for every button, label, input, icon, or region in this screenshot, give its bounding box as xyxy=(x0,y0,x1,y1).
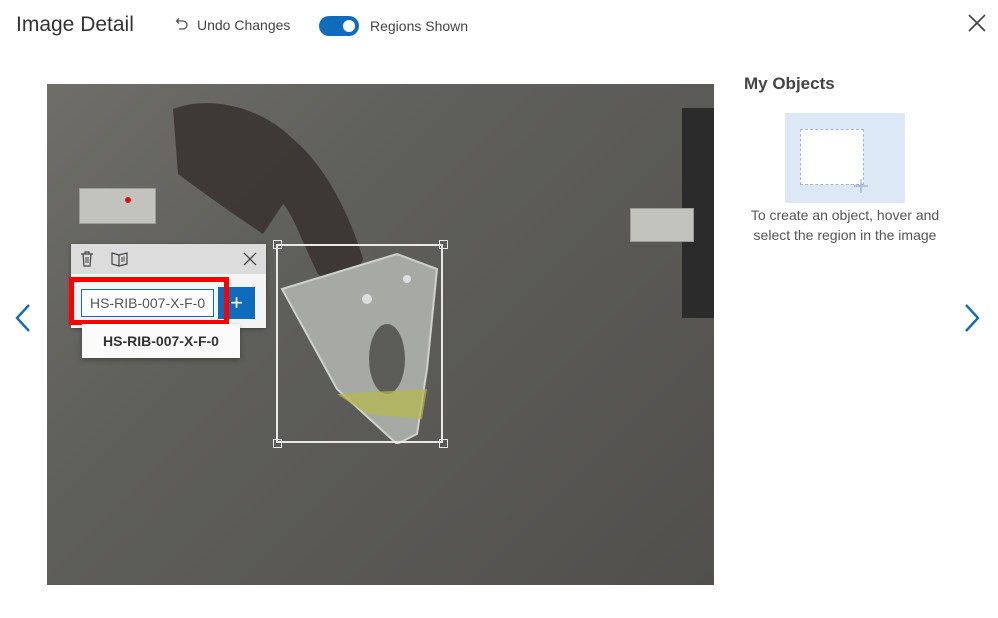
objects-help-text: To create an object, hover and select th… xyxy=(750,207,940,243)
objects-panel-title: My Objects xyxy=(744,74,835,93)
resize-handle-tr[interactable] xyxy=(439,240,448,249)
object-placeholder xyxy=(800,129,864,185)
region-box[interactable] xyxy=(276,244,443,443)
wall-outlet-right xyxy=(630,208,694,242)
plus-icon xyxy=(854,179,868,193)
toggle-label: Regions Shown xyxy=(370,18,469,34)
close-icon[interactable] xyxy=(243,252,257,266)
close-icon[interactable] xyxy=(966,12,988,34)
toggle-switch[interactable] xyxy=(319,16,359,36)
highlight-box xyxy=(69,277,229,325)
trash-icon[interactable] xyxy=(80,251,94,267)
resize-handle-tl[interactable] xyxy=(273,240,282,249)
wall-outlet-left xyxy=(79,188,156,224)
chevron-right-icon[interactable] xyxy=(962,303,982,333)
split-icon[interactable] xyxy=(111,251,128,267)
page-title: Image Detail xyxy=(16,13,134,36)
plus-icon: + xyxy=(230,290,243,315)
popup-toolbar xyxy=(71,244,266,274)
regions-toggle[interactable]: Regions Shown xyxy=(319,16,468,36)
resize-handle-bl[interactable] xyxy=(273,439,282,448)
undo-label: Undo Changes xyxy=(197,17,291,33)
chevron-left-icon[interactable] xyxy=(13,303,33,333)
undo-changes-button[interactable]: Undo Changes xyxy=(173,17,290,33)
resize-handle-br[interactable] xyxy=(439,439,448,448)
undo-icon xyxy=(175,18,188,30)
tag-suggestion[interactable]: HS-RIB-007-X-F-0 xyxy=(82,324,240,358)
red-dot xyxy=(125,197,131,203)
